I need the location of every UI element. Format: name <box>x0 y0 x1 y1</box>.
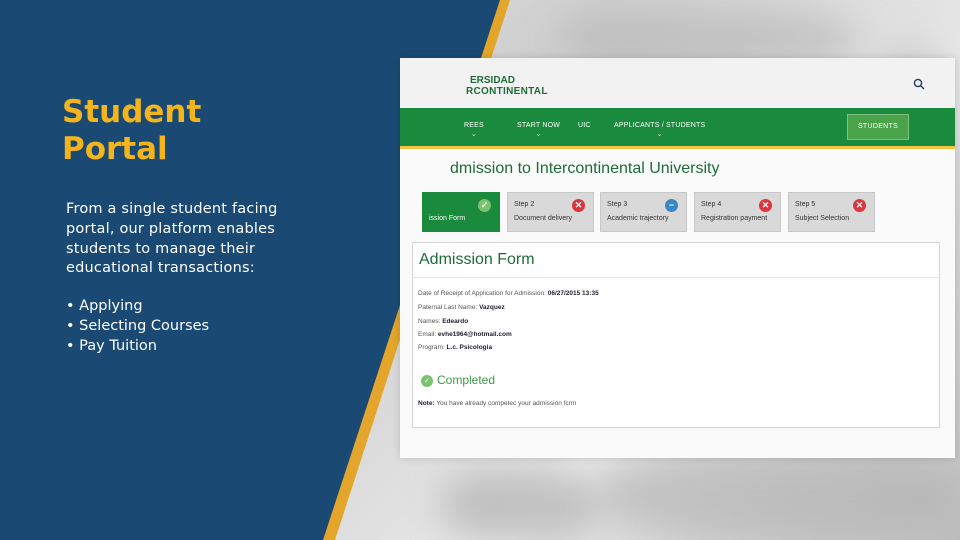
step-name: Step 3 <box>607 201 628 208</box>
error-icon: ✕ <box>572 199 585 212</box>
portal-screenshot: ERSIDAD RCONTINENTAL REES ⌄ START NOW ⌄ UI… <box>400 58 955 458</box>
step-label: Document delivery <box>514 215 572 222</box>
page-title: dmission to Intercontinental University <box>450 160 720 177</box>
nav-start-now[interactable]: START NOW ⌄ <box>517 122 560 138</box>
step-2-document-delivery[interactable]: Step 2 Document delivery ✕ <box>507 192 594 232</box>
step-name: Step 4 <box>701 201 722 208</box>
feature-item: • Pay Tuition <box>66 337 157 354</box>
step-label: Registration payment <box>701 215 768 222</box>
portal-header: ERSIDAD RCONTINENTAL <box>400 58 955 108</box>
feature-list: • Applying • Selecting Courses • Pay Tui… <box>66 297 209 356</box>
form-field-program: Program: L.c. Psicologia <box>418 344 493 351</box>
slide-title-line2: Portal <box>62 131 168 167</box>
step-label: Academic trajectory <box>607 215 669 222</box>
step-label: Subject Selection <box>795 215 850 222</box>
form-field-last-name: Paternal Last Name: Vazquez <box>418 304 505 311</box>
step-5-subject-selection[interactable]: Step 5 Subject Selection ✕ <box>788 192 875 232</box>
form-title: Admission Form <box>419 251 535 268</box>
students-button[interactable]: STUDENTS <box>847 114 909 140</box>
search-icon[interactable] <box>913 78 925 90</box>
form-field-names: Names: Edeardo <box>418 318 469 325</box>
slide-description: From a single student facing portal, our… <box>66 201 278 277</box>
form-field-email: Email: evhe1964@hotmail.com <box>418 331 512 338</box>
university-logo-line1: ERSIDAD <box>470 75 516 86</box>
feature-item: • Selecting Courses <box>66 317 210 334</box>
error-icon: ✕ <box>853 199 866 212</box>
completed-status: ✓ Completed <box>421 373 495 387</box>
info-icon: − <box>665 199 678 212</box>
slide-title: Student Portal <box>62 94 282 168</box>
step-4-registration-payment[interactable]: Step 4 Registration payment ✕ <box>694 192 781 232</box>
check-icon: ✓ <box>478 199 491 212</box>
error-icon: ✕ <box>759 199 772 212</box>
check-circle-icon: ✓ <box>421 375 433 387</box>
form-note: Note: You have already competec your adm… <box>418 400 577 407</box>
nav-degrees[interactable]: REES ⌄ <box>464 122 484 138</box>
nav-uic[interactable]: UIC <box>578 122 591 129</box>
nav-applicants-students[interactable]: APPLICANTS / STUDENTS ⌄ <box>614 122 705 138</box>
step-1-admission-form[interactable]: ission Form ✓ <box>422 192 500 232</box>
form-field-date: Date of Receipt of Application for Admis… <box>418 290 599 297</box>
step-name: Step 5 <box>795 201 816 208</box>
step-label: ission Form <box>429 215 466 222</box>
feature-item: • Applying <box>66 298 143 314</box>
step-name: Step 2 <box>514 201 535 208</box>
admission-form-panel: Admission Form Date of Receipt of Applic… <box>412 242 941 428</box>
university-logo-line2: RCONTINENTAL <box>466 86 548 97</box>
step-3-academic-trajectory[interactable]: Step 3 Academic trajectory − <box>600 192 687 232</box>
nav-stripe <box>400 146 955 149</box>
form-divider <box>413 277 941 278</box>
slide-title-line1: Student <box>62 94 202 130</box>
